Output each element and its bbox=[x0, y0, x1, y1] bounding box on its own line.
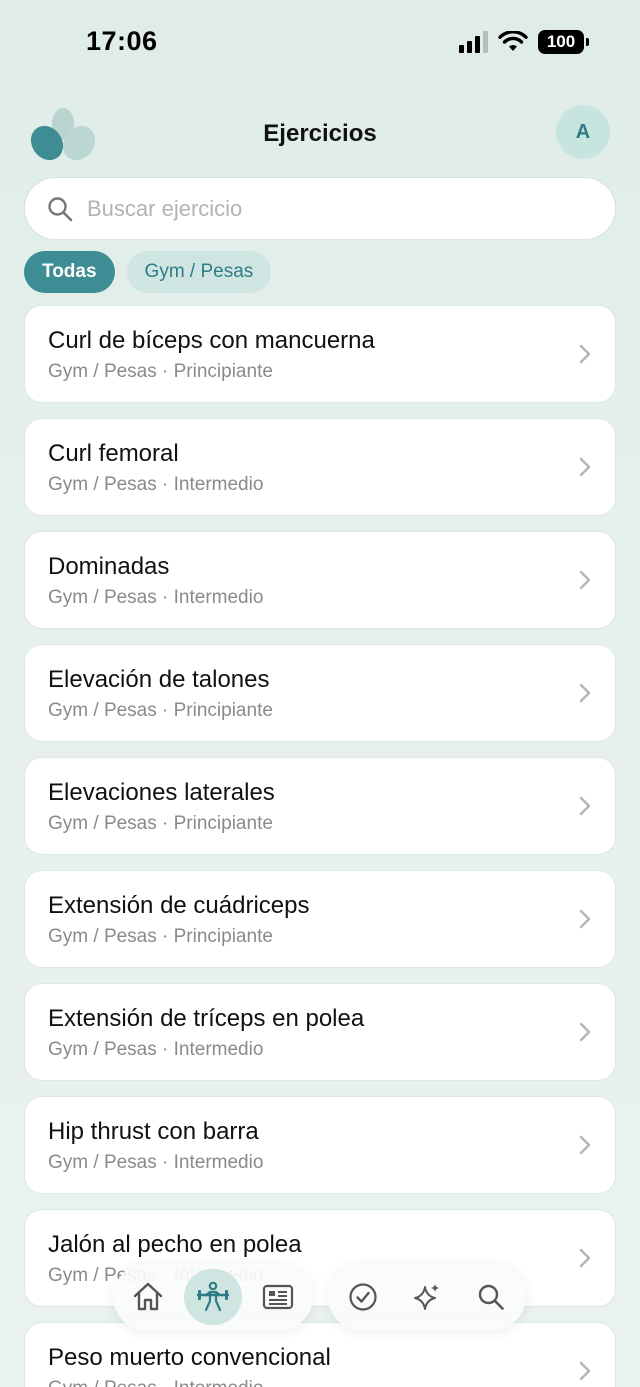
search-icon bbox=[478, 1284, 504, 1310]
chevron-right-icon bbox=[579, 683, 591, 703]
exercise-name: Hip thrust con barra bbox=[48, 1118, 259, 1145]
chevron-right-icon bbox=[579, 457, 591, 477]
exercise-name: Elevación de talones bbox=[48, 666, 270, 693]
exercise-card[interactable]: Hip thrust con barra Gym / Pesas · Inter… bbox=[24, 1096, 616, 1194]
nav-search[interactable] bbox=[462, 1269, 520, 1325]
chevron-right-icon bbox=[579, 909, 591, 929]
search-bar[interactable] bbox=[24, 177, 616, 240]
exercise-meta: Gym / Pesas · Intermedio bbox=[48, 587, 264, 608]
wifi-icon bbox=[498, 31, 528, 51]
exercise-meta: Gym / Pesas · Intermedio bbox=[48, 474, 264, 495]
search-input[interactable] bbox=[87, 195, 567, 222]
exercise-name: Elevaciones laterales bbox=[48, 779, 275, 806]
exercise-card[interactable]: Extensión de cuádriceps Gym / Pesas · Pr… bbox=[24, 870, 616, 968]
status-bar: 17:06 100 bbox=[0, 0, 640, 88]
exercise-name: Jalón al pecho en polea bbox=[48, 1231, 302, 1258]
status-time: 17:06 bbox=[86, 26, 158, 56]
cellular-signal-icon bbox=[459, 31, 488, 53]
exercise-name: Curl femoral bbox=[48, 440, 179, 467]
chevron-right-icon bbox=[579, 796, 591, 816]
exercise-card[interactable]: Curl femoral Gym / Pesas · Intermedio bbox=[24, 418, 616, 516]
battery-icon: 100 bbox=[538, 30, 589, 54]
exercise-meta: Gym / Pesas · Principiante bbox=[48, 361, 273, 382]
nav-tasks[interactable] bbox=[334, 1269, 392, 1325]
exercise-name: Dominadas bbox=[48, 553, 170, 580]
nav-exercises[interactable] bbox=[183, 1269, 243, 1325]
filter-chip-label: Todas bbox=[42, 261, 97, 282]
filter-chip-gym-pesas[interactable]: Gym / Pesas bbox=[126, 251, 272, 293]
avatar[interactable]: A bbox=[556, 105, 610, 159]
home-icon bbox=[134, 1282, 163, 1311]
nav-ai[interactable] bbox=[398, 1269, 456, 1325]
bottom-nav-secondary bbox=[328, 1264, 526, 1330]
avatar-initial: A bbox=[575, 120, 591, 143]
chevron-right-icon bbox=[579, 344, 591, 364]
sparkles-icon bbox=[414, 1284, 439, 1310]
chevron-right-icon bbox=[579, 1022, 591, 1042]
exercise-card[interactable]: Peso muerto convencional Gym / Pesas · I… bbox=[24, 1322, 616, 1387]
exercise-name: Curl de bíceps con mancuerna bbox=[48, 327, 375, 354]
bottom-nav-primary bbox=[113, 1264, 313, 1330]
exercise-meta: Gym / Pesas · Principiante bbox=[48, 700, 273, 721]
check-circle-icon bbox=[349, 1283, 377, 1311]
battery-level: 100 bbox=[546, 32, 576, 51]
news-icon bbox=[262, 1284, 293, 1310]
exercise-meta: Gym / Pesas · Principiante bbox=[48, 813, 273, 834]
exercise-name: Extensión de cuádriceps bbox=[48, 892, 310, 919]
chevron-right-icon bbox=[579, 570, 591, 590]
search-icon bbox=[48, 196, 73, 221]
weightlifter-icon bbox=[196, 1281, 230, 1312]
exercise-meta: Gym / Pesas · Principiante bbox=[48, 926, 273, 947]
filter-chip-todas[interactable]: Todas bbox=[24, 251, 115, 293]
status-icons: 100 bbox=[459, 30, 589, 54]
exercise-list: Curl de bíceps con mancuerna Gym / Pesas… bbox=[24, 305, 616, 1387]
app-header: Ejercicios A bbox=[0, 100, 640, 166]
exercise-card[interactable]: Curl de bíceps con mancuerna Gym / Pesas… bbox=[24, 305, 616, 403]
exercise-meta: Gym / Pesas · Intermedio bbox=[48, 1152, 264, 1173]
nav-articles[interactable] bbox=[248, 1269, 307, 1325]
exercise-meta: Gym / Pesas · Intermedio bbox=[48, 1378, 263, 1387]
chevron-right-icon bbox=[579, 1135, 591, 1155]
exercise-card[interactable]: Elevación de talones Gym / Pesas · Princ… bbox=[24, 644, 616, 742]
filter-chips: Todas Gym / Pesas bbox=[24, 251, 272, 293]
chevron-right-icon bbox=[579, 1248, 591, 1268]
exercise-meta: Gym / Pesas · Intermedio bbox=[48, 1039, 264, 1060]
chevron-right-icon bbox=[579, 1361, 591, 1381]
exercise-card[interactable]: Elevaciones laterales Gym / Pesas · Prin… bbox=[24, 757, 616, 855]
exercise-name: Extensión de tríceps en polea bbox=[48, 1005, 365, 1032]
nav-home[interactable] bbox=[119, 1269, 178, 1325]
page-title: Ejercicios bbox=[263, 120, 377, 147]
filter-chip-label: Gym / Pesas bbox=[144, 261, 254, 282]
exercise-card[interactable]: Dominadas Gym / Pesas · Intermedio bbox=[24, 531, 616, 629]
exercise-name: Peso muerto convencional bbox=[48, 1344, 331, 1371]
exercise-card[interactable]: Extensión de tríceps en polea Gym / Pesa… bbox=[24, 983, 616, 1081]
